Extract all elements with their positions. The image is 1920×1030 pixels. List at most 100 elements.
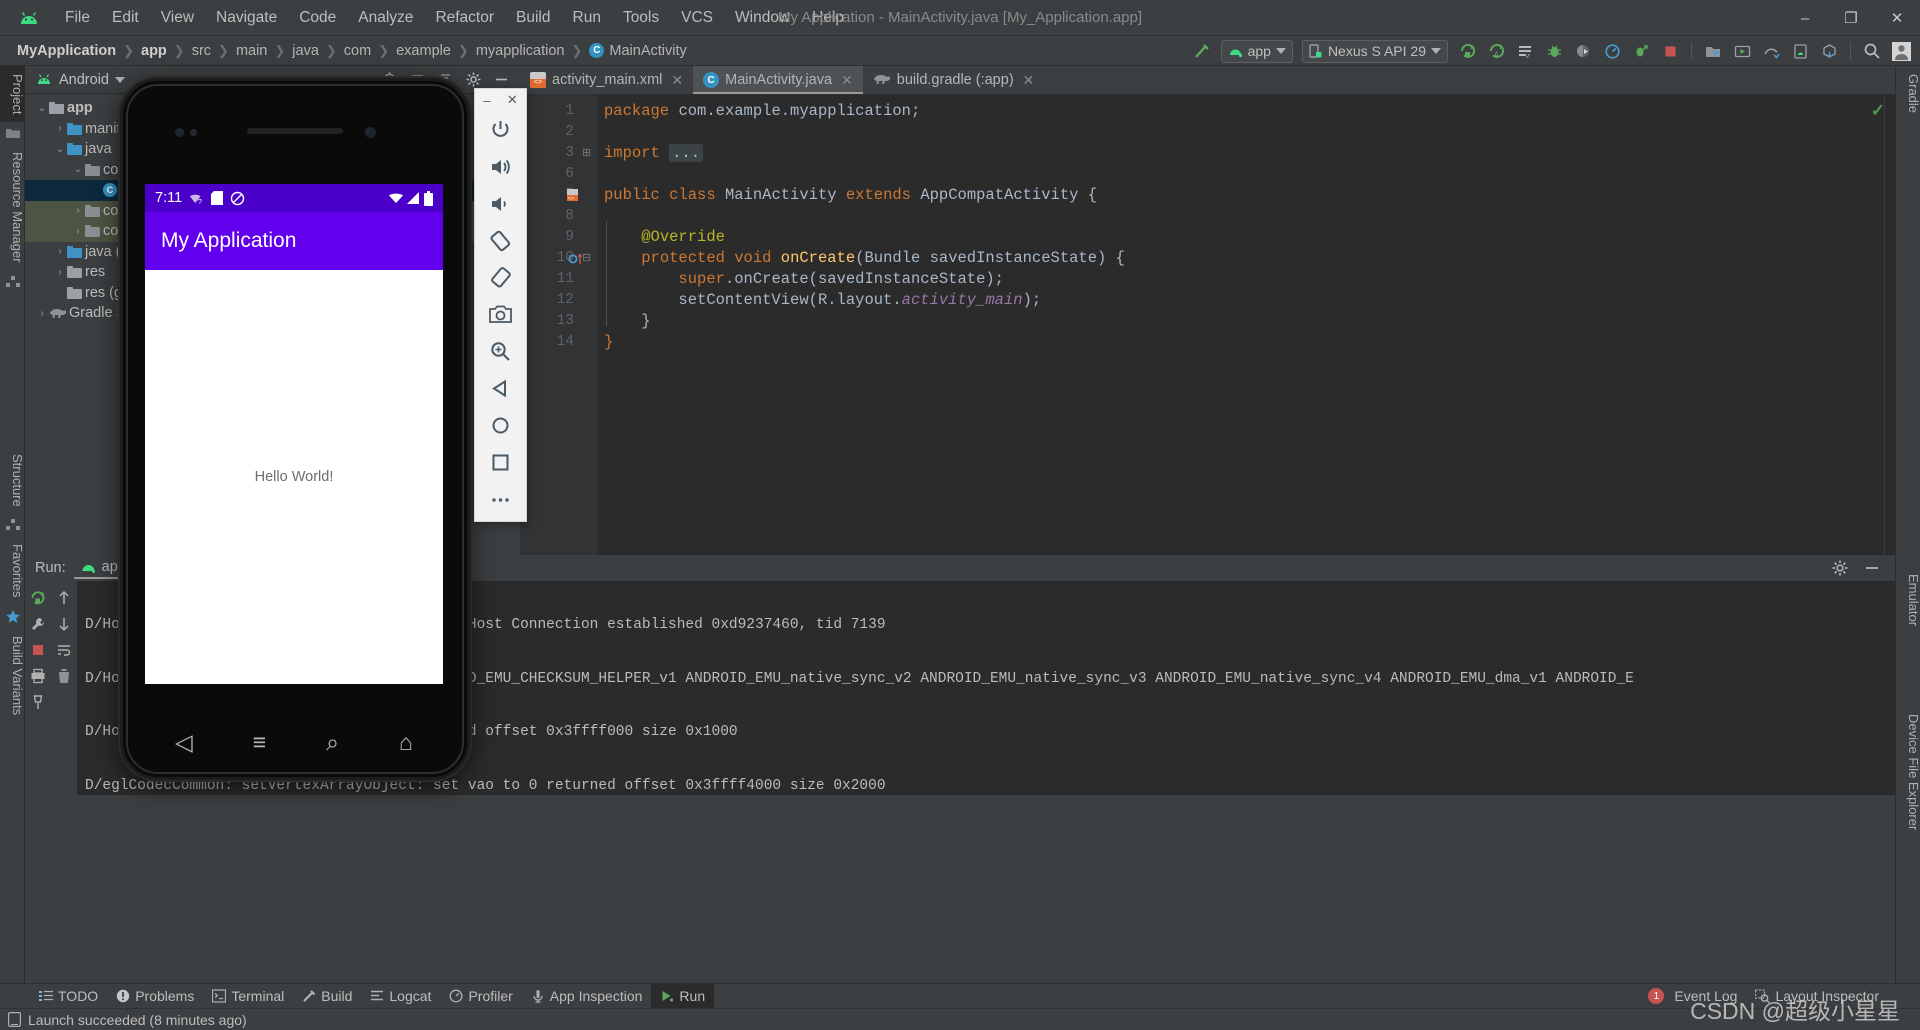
bottom-tab-terminal[interactable]: Terminal [203,984,293,1009]
volume-up-icon[interactable] [474,148,527,185]
project-view-selector[interactable]: Android [59,72,109,88]
nav-back-icon[interactable]: ◁ [175,729,193,756]
chevron-right-icon[interactable]: › [35,308,49,319]
inspection-ok-icon[interactable]: ✓ [1871,101,1885,122]
tab-mainactivity-java[interactable]: C MainActivity.java ✕ [693,66,863,94]
avatar-icon[interactable] [1888,39,1914,63]
breadcrumb-example[interactable]: example [391,42,456,60]
menu-item-file[interactable]: File [54,6,101,30]
bottom-tab-app-inspection[interactable]: App Inspection [522,984,652,1009]
breadcrumb-main[interactable]: main [231,42,272,60]
breadcrumb-mainactivity[interactable]: C MainActivity [584,42,691,60]
emulator-minimize-button[interactable]: – [483,93,490,108]
screenshot-camera-icon[interactable] [474,296,527,333]
menu-item-tools[interactable]: Tools [612,6,670,30]
rail-device-file-explorer-button[interactable]: Device File Explorer [1896,706,1920,838]
chevron-right-icon[interactable]: › [53,267,67,278]
stop-icon[interactable] [1657,39,1683,63]
bottom-tab-run[interactable]: Run [651,983,715,1009]
breadcrumb-app[interactable]: app [136,42,172,60]
menu-item-refactor[interactable]: Refactor [424,6,505,30]
menu-item-build[interactable]: Build [505,6,561,30]
rail-favorites-button[interactable]: Favorites [0,536,25,605]
emulator-close-button[interactable]: ✕ [507,92,518,108]
rail-emulator-button[interactable]: Emulator [1896,566,1920,634]
editor-scrollbar[interactable] [1884,95,1895,555]
chevron-right-icon[interactable]: › [71,205,85,216]
rail-resource-manager-button[interactable]: Resource Manager [0,144,25,271]
chevron-down-icon[interactable]: ⌄ [53,144,67,155]
code-folding-column[interactable]: ⊞ ⊟ [582,95,598,555]
device-selector-combo[interactable]: Nexus S API 29 [1301,39,1448,63]
breadcrumb-myapplication[interactable]: MyApplication [12,42,121,60]
debug-icon[interactable] [1541,39,1567,63]
sdk-manager-icon[interactable] [1700,39,1726,63]
menu-item-navigate[interactable]: Navigate [205,6,288,30]
close-button[interactable]: ✕ [1874,0,1920,36]
chevron-down-icon[interactable]: ⌄ [71,164,85,175]
layout-inspector-icon[interactable] [1758,39,1784,63]
device-file-explorer-icon[interactable] [1787,39,1813,63]
breadcrumb-java[interactable]: java [287,42,324,60]
app-content-area[interactable]: Hello World! [145,270,443,684]
xml-relation-gutter-icon[interactable]: <> [566,188,580,203]
more-options-icon[interactable] [474,481,527,518]
rail-gradle-button[interactable]: Gradle [1896,66,1920,121]
build-hammer-icon[interactable] [1189,39,1215,63]
profile-app-icon[interactable] [1628,39,1654,63]
menu-item-analyze[interactable]: Analyze [347,6,424,30]
module-selector-combo[interactable]: app [1220,39,1293,63]
android-navigation-bar[interactable]: ◁ ≡ ⌕ ⌂ [145,718,443,766]
menu-item-run[interactable]: Run [562,6,612,30]
hide-panel-icon[interactable] [1859,556,1885,580]
home-icon[interactable] [474,407,527,444]
apply-changes-icon[interactable] [1512,39,1538,63]
trash-icon[interactable] [51,663,77,689]
rail-structure-button[interactable]: Structure [0,446,25,515]
override-method-gutter-icon[interactable] [568,251,583,266]
settings-wrench-icon[interactable] [25,611,51,637]
bottom-tab-layout-inspector[interactable]: Layout Inspector [1746,984,1888,1009]
bottom-tab-event-log[interactable]: 1 Event Log [1639,984,1746,1009]
menu-item-window[interactable]: Window [724,6,801,30]
overview-square-icon[interactable] [474,444,527,481]
close-icon[interactable]: ✕ [1023,72,1035,89]
bottom-tab-problems[interactable]: Problems [107,984,203,1009]
power-icon[interactable] [474,111,527,148]
scroll-up-icon[interactable] [51,585,77,611]
rotate-right-icon[interactable] [474,259,527,296]
menu-item-code[interactable]: Code [288,6,347,30]
nav-search-icon[interactable]: ⌕ [326,729,339,756]
close-icon[interactable]: ✕ [841,72,853,89]
fold-method-toggle[interactable]: ⊟ [582,248,598,269]
soft-wrap-icon[interactable] [51,637,77,663]
rotate-left-icon[interactable] [474,222,527,259]
chevron-down-icon[interactable]: ⌄ [35,103,49,114]
run-icon[interactable] [1454,39,1480,63]
profiler-icon[interactable] [1599,39,1625,63]
code-editor[interactable]: 1 2 3 6 7 <> 8 9 10 11 [520,95,1895,555]
menu-item-view[interactable]: View [150,6,205,30]
search-icon[interactable] [1859,39,1885,63]
emulator-control-toolbar[interactable]: – ✕ [474,88,527,522]
back-icon[interactable] [474,370,527,407]
maximize-button[interactable]: ❐ [1828,0,1874,36]
attach-debugger-icon[interactable] [1570,39,1596,63]
settings-gear-icon[interactable] [1827,556,1853,580]
menu-item-help[interactable]: Help [801,6,855,30]
folded-imports-placeholder[interactable]: ... [669,144,704,162]
nav-menu-icon[interactable]: ≡ [253,729,266,756]
volume-down-icon[interactable] [474,185,527,222]
tab-build-gradle[interactable]: build.gradle (:app) ✕ [863,66,1045,94]
chevron-right-icon[interactable]: › [53,123,67,134]
minimize-button[interactable]: – [1782,0,1828,36]
menu-item-vcs[interactable]: VCS [670,6,724,30]
nav-home-icon[interactable]: ⌂ [399,729,413,756]
close-icon[interactable]: ✕ [671,72,683,89]
emulator-screen[interactable]: 7:11 ? My Application Hello World! [145,184,443,684]
avd-manager-icon[interactable] [1729,39,1755,63]
breadcrumb-com[interactable]: com [339,42,376,60]
rail-build-variants-button[interactable]: Build Variants [0,628,25,723]
breadcrumb-myapplication-pkg[interactable]: myapplication [471,42,570,60]
fold-import-toggle[interactable]: ⊞ [582,143,598,164]
